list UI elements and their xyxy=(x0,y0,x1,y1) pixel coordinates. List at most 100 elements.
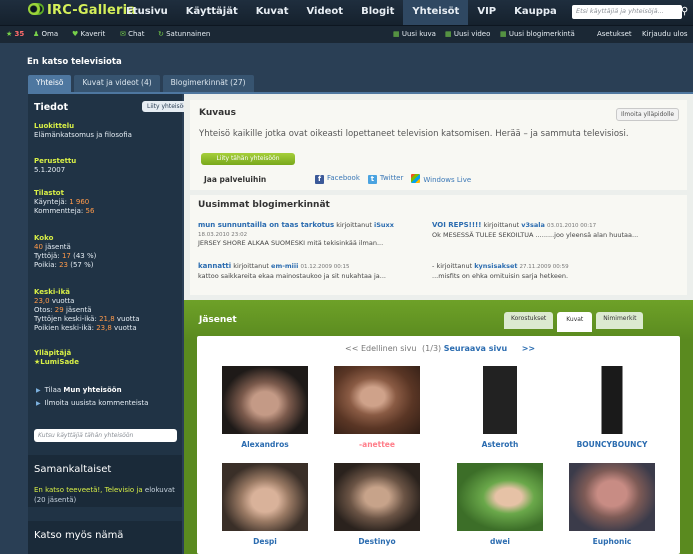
blog-entry-date: 18.03.2010 23:02 xyxy=(198,231,248,238)
friends-link[interactable]: ♥ Kaverit xyxy=(72,30,105,38)
blog-entry-author[interactable]: em-miii xyxy=(271,262,298,270)
next-page-link[interactable]: Seuraava sivu xyxy=(444,344,507,353)
chat-label: Chat xyxy=(128,30,145,38)
visits-value: 1 960 xyxy=(69,198,90,206)
settings-link[interactable]: Asetukset xyxy=(597,30,632,38)
blog-entry-title[interactable]: - xyxy=(432,262,434,270)
admin-user-link[interactable]: ★LumiSade xyxy=(34,358,79,367)
nav-kayttajat[interactable]: Käyttäjät xyxy=(177,0,247,25)
member-photo[interactable] xyxy=(569,366,655,434)
share-twitter[interactable]: t Twitter xyxy=(367,174,404,184)
random-link[interactable]: ↻ Satunnainen xyxy=(158,30,210,38)
girls-count: 17 xyxy=(61,252,71,260)
blog-entry-author[interactable]: v3sala xyxy=(521,221,545,229)
member-card[interactable]: BOUNCYBOUNCY xyxy=(569,366,655,449)
blog-entry-title[interactable]: VOI REPS!!!! xyxy=(432,221,481,229)
notification-count[interactable]: ★ 35 xyxy=(6,30,24,38)
triangle-icon: ▶ xyxy=(36,387,41,394)
member-name[interactable]: Euphonic xyxy=(569,537,655,546)
top-search-input[interactable]: Etsi käyttäjiä ja yhteisöjä... xyxy=(572,5,682,19)
twitter-label: Twitter xyxy=(379,174,404,182)
tab-kuvat[interactable]: Kuvat xyxy=(557,312,593,332)
tab-blogimerkinnat[interactable]: Blogimerkinnät (27) xyxy=(162,75,254,92)
member-name[interactable]: Despi xyxy=(222,537,308,546)
member-photo[interactable] xyxy=(222,463,308,531)
members-row: 40 jäsentä xyxy=(34,243,96,252)
tab-yhteiso[interactable]: Yhteisö xyxy=(28,75,72,92)
member-card[interactable]: Destinyo xyxy=(334,463,420,546)
next-page-arrow[interactable]: >> xyxy=(522,344,535,353)
tab-kuvat-ja-videot[interactable]: Kuvat ja videot (4) xyxy=(74,75,160,92)
previous-page-link[interactable]: << Edellinen sivu xyxy=(345,344,416,353)
new-video-link[interactable]: ▦ Uusi video xyxy=(445,30,490,38)
new-blog-link[interactable]: ▦ Uusi blogimerkintä xyxy=(500,30,575,38)
member-photo[interactable] xyxy=(334,463,420,531)
member-name[interactable]: -anettee xyxy=(334,440,420,449)
member-photo[interactable] xyxy=(569,463,655,531)
page-indicator: (1/3) xyxy=(422,344,442,353)
member-card[interactable]: Asteroth xyxy=(457,366,543,449)
random-label: Satunnainen xyxy=(166,30,211,38)
blog-entry[interactable]: VOI REPS!!!! kirjoittanut v3sala 03.01.2… xyxy=(432,221,682,239)
visits-row: Käyntejä: 1 960 xyxy=(34,198,94,207)
nav-yhteisot[interactable]: Yhteisöt xyxy=(403,0,469,25)
search-icon[interactable]: ⚲ xyxy=(681,6,688,17)
nav-kauppa[interactable]: Kauppa xyxy=(505,0,566,25)
member-photo[interactable] xyxy=(457,463,543,531)
blog-entry-excerpt: kattoo saikkareita ekaa mainostaukoo ja … xyxy=(198,271,386,280)
similar-title: Samankaltaiset xyxy=(34,464,112,475)
nav-videot[interactable]: Videot xyxy=(297,0,352,25)
join-community-button[interactable]: Liity tähän yhteisöön xyxy=(201,153,295,165)
blog-entry-author[interactable]: kynsisakset xyxy=(474,262,517,270)
member-card[interactable]: Euphonic xyxy=(569,463,655,546)
windows-live-icon xyxy=(411,174,421,183)
image-icon: ▦ xyxy=(393,30,400,38)
star-icon: ★ xyxy=(6,30,13,38)
age-heading: Keski-ikä xyxy=(34,288,70,296)
member-card[interactable]: Alexandros xyxy=(222,366,308,449)
see-also-title: Katso myös nämä xyxy=(34,530,124,541)
nav-blogit[interactable]: Blogit xyxy=(352,0,403,25)
share-facebook[interactable]: f Facebook xyxy=(315,174,360,184)
member-name[interactable]: dwei xyxy=(457,537,543,546)
blog-entry-title[interactable]: mun sunnuntailla on taas tarkotus xyxy=(198,221,334,229)
share-windows-live[interactable]: Windows Live xyxy=(411,174,471,184)
member-photo[interactable] xyxy=(222,366,308,434)
member-name[interactable]: Alexandros xyxy=(222,440,308,449)
member-card[interactable]: -anettee xyxy=(334,366,420,449)
member-name[interactable]: Asteroth xyxy=(457,440,543,449)
tab-korostukset[interactable]: Korostukset xyxy=(504,312,554,329)
member-name[interactable]: Destinyo xyxy=(334,537,420,546)
nav-kuvat[interactable]: Kuvat xyxy=(247,0,298,25)
member-photo[interactable] xyxy=(334,366,420,434)
blog-entry[interactable]: kannatti kirjoittanut em-miii 01.12.2009… xyxy=(198,262,420,280)
new-video-label: Uusi video xyxy=(453,30,491,38)
member-name[interactable]: BOUNCYBOUNCY xyxy=(569,440,655,449)
category-value[interactable]: Elämänkatsomus ja filosofia xyxy=(34,131,132,140)
blog-entry[interactable]: mun sunnuntailla on taas tarkotus kirjoi… xyxy=(198,221,420,248)
stats-section: Tilastot Käyntejä: 1 960 Kommentteja: 56 xyxy=(34,189,94,216)
report-button[interactable]: Ilmoita ylläpidolle xyxy=(616,108,680,121)
blog-card: Uusimmat blogimerkinnät mun sunnuntailla… xyxy=(190,195,687,295)
subscribe-link[interactable]: ▶ Tilaa Mun yhteisöön xyxy=(36,384,148,397)
blog-entry-title[interactable]: kannatti xyxy=(198,262,231,270)
blog-entry[interactable]: - kirjoittanut kynsisakset 27.11.2009 00… xyxy=(432,262,682,280)
user-toolbar: ★ 35 ♟ Oma ♥ Kaverit ✉ Chat ↻ Satunnaine… xyxy=(0,26,693,43)
nav-etusivu[interactable]: Etusivu xyxy=(117,0,177,25)
member-card[interactable]: Despi xyxy=(222,463,308,546)
chat-link[interactable]: ✉ Chat xyxy=(120,30,144,38)
girls-age-value: 21,8 xyxy=(99,315,115,323)
notify-comments-link[interactable]: ▶ Ilmoita uusista kommenteista xyxy=(36,397,148,410)
blog-entry-author[interactable]: iSuxx xyxy=(374,221,394,229)
boys-age-value: 23,8 xyxy=(96,324,112,332)
sample-unit: jäsentä xyxy=(65,306,92,314)
new-image-link[interactable]: ▦ Uusi kuva xyxy=(393,30,436,38)
similar-links[interactable]: En katso teeveetä!, Televisio ja xyxy=(34,486,143,494)
logout-link[interactable]: Kirjaudu ulos xyxy=(642,30,688,38)
tab-nimimerkit[interactable]: Nimimerkit xyxy=(596,312,644,329)
member-card[interactable]: dwei xyxy=(457,463,543,546)
nav-vip[interactable]: VIP xyxy=(468,0,505,25)
member-photo[interactable] xyxy=(457,366,543,434)
invite-users-input[interactable]: Kutsu käyttäjiä tähän yhteisöön xyxy=(34,429,177,442)
own-link[interactable]: ♟ Oma xyxy=(33,30,58,38)
